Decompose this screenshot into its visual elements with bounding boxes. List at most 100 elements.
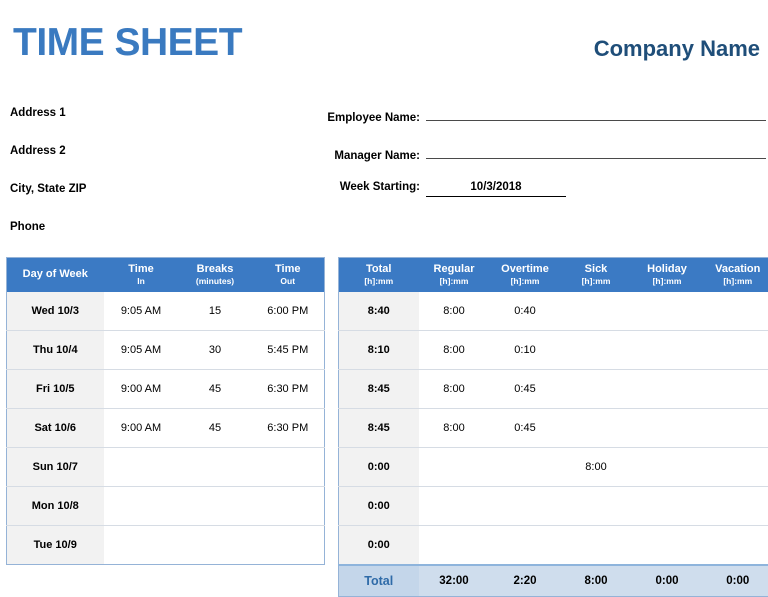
manager-name-field[interactable] — [426, 143, 766, 159]
right-table-header-row: Total [h]:mm Regular [h]:mm Overtime [h]… — [339, 258, 768, 292]
cell-regular[interactable]: 8:00 — [419, 330, 490, 369]
cell-time-out[interactable]: 5:45 PM — [252, 330, 325, 369]
address-line-2: Address 2 — [10, 143, 300, 181]
cell-time-out[interactable] — [252, 525, 325, 564]
cell-regular[interactable] — [419, 447, 490, 486]
cell-holiday[interactable] — [632, 447, 703, 486]
cell-overtime[interactable]: 0:45 — [490, 369, 561, 408]
cell-time-in[interactable] — [104, 525, 179, 564]
cell-sick[interactable] — [561, 408, 632, 447]
cell-time-out[interactable]: 6:30 PM — [252, 369, 325, 408]
cell-overtime[interactable] — [490, 486, 561, 525]
cell-breaks[interactable] — [179, 486, 252, 525]
column-header-total-sub: [h]:mm — [341, 276, 417, 286]
week-starting-label: Week Starting: — [300, 181, 426, 193]
cell-breaks[interactable] — [179, 525, 252, 564]
daily-hours-table: Day of Week Time In Breaks (minutes) Tim… — [6, 257, 325, 565]
cell-overtime[interactable]: 0:45 — [490, 408, 561, 447]
cell-holiday[interactable] — [632, 369, 703, 408]
cell-vacation[interactable] — [703, 486, 768, 525]
address-phone: Phone — [10, 219, 300, 257]
cell-time-out[interactable] — [252, 447, 325, 486]
cell-regular[interactable] — [419, 486, 490, 525]
cell-time-in[interactable]: 9:00 AM — [104, 408, 179, 447]
cell-vacation[interactable] — [703, 292, 768, 331]
week-starting-field[interactable]: 10/3/2018 — [426, 181, 566, 197]
cell-time-out[interactable]: 6:00 PM — [252, 292, 325, 331]
cell-day: Wed 10/3 — [7, 292, 104, 331]
cell-holiday[interactable] — [632, 486, 703, 525]
column-header-vacation-main: Vacation — [715, 263, 760, 275]
cell-total: 8:10 — [339, 330, 419, 369]
column-header-time-in-main: Time — [128, 263, 153, 275]
table-row: 8:45 8:00 0:45 — [339, 369, 768, 408]
cell-overtime[interactable] — [490, 447, 561, 486]
table-row: 0:00 — [339, 525, 768, 565]
column-header-time-out-sub: Out — [254, 276, 323, 286]
column-header-day-of-week: Day of Week — [7, 258, 104, 292]
cell-breaks[interactable]: 15 — [179, 292, 252, 331]
cell-time-in[interactable] — [104, 486, 179, 525]
cell-vacation[interactable] — [703, 330, 768, 369]
column-header-overtime-sub: [h]:mm — [492, 276, 559, 286]
employee-name-field[interactable] — [426, 105, 766, 121]
cell-holiday[interactable] — [632, 330, 703, 369]
table-row: 0:00 8:00 — [339, 447, 768, 486]
table-row: Mon 10/8 — [7, 486, 325, 525]
cell-sick[interactable] — [561, 330, 632, 369]
cell-overtime[interactable]: 0:40 — [490, 292, 561, 331]
employee-name-row: Employee Name: — [300, 105, 766, 143]
cell-sick[interactable]: 8:00 — [561, 447, 632, 486]
company-name: Company Name — [594, 36, 760, 62]
cell-time-in[interactable]: 9:05 AM — [104, 292, 179, 331]
cell-holiday[interactable] — [632, 292, 703, 331]
cell-day: Fri 10/5 — [7, 369, 104, 408]
page-title: TIME SHEET — [13, 23, 242, 62]
employee-name-label: Employee Name: — [300, 112, 426, 124]
cell-vacation[interactable] — [703, 369, 768, 408]
column-header-holiday: Holiday [h]:mm — [632, 258, 703, 292]
cell-time-in[interactable]: 9:00 AM — [104, 369, 179, 408]
address-city-state-zip: City, State ZIP — [10, 181, 300, 219]
cell-vacation[interactable] — [703, 408, 768, 447]
table-row: Tue 10/9 — [7, 525, 325, 564]
cell-overtime[interactable] — [490, 525, 561, 565]
cell-day: Sun 10/7 — [7, 447, 104, 486]
cell-regular[interactable]: 8:00 — [419, 292, 490, 331]
cell-time-out[interactable]: 6:30 PM — [252, 408, 325, 447]
cell-sick[interactable] — [561, 369, 632, 408]
cell-breaks[interactable] — [179, 447, 252, 486]
cell-total: 8:45 — [339, 369, 419, 408]
column-header-total: Total [h]:mm — [339, 258, 419, 292]
column-header-overtime-main: Overtime — [501, 263, 549, 275]
cell-vacation[interactable] — [703, 447, 768, 486]
cell-regular[interactable]: 8:00 — [419, 369, 490, 408]
cell-sick[interactable] — [561, 292, 632, 331]
cell-regular[interactable] — [419, 525, 490, 565]
table-row: 8:10 8:00 0:10 — [339, 330, 768, 369]
table-row: Thu 10/4 9:05 AM 30 5:45 PM — [7, 330, 325, 369]
column-header-breaks-main: Breaks — [197, 263, 234, 275]
table-row: 8:40 8:00 0:40 — [339, 292, 768, 331]
cell-breaks[interactable]: 45 — [179, 408, 252, 447]
cell-overtime[interactable]: 0:10 — [490, 330, 561, 369]
column-header-holiday-main: Holiday — [647, 263, 687, 275]
cell-breaks[interactable]: 30 — [179, 330, 252, 369]
cell-holiday[interactable] — [632, 408, 703, 447]
cell-total: 8:45 — [339, 408, 419, 447]
cell-vacation[interactable] — [703, 525, 768, 565]
cell-total: 8:40 — [339, 292, 419, 331]
column-header-time-out-main: Time — [275, 263, 300, 275]
cell-time-in[interactable]: 9:05 AM — [104, 330, 179, 369]
cell-time-in[interactable] — [104, 447, 179, 486]
cell-breaks[interactable]: 45 — [179, 369, 252, 408]
cell-day: Mon 10/8 — [7, 486, 104, 525]
cell-time-out[interactable] — [252, 486, 325, 525]
address-line-1: Address 1 — [10, 105, 300, 143]
cell-sick[interactable] — [561, 525, 632, 565]
cell-holiday[interactable] — [632, 525, 703, 565]
column-header-holiday-sub: [h]:mm — [634, 276, 701, 286]
cell-total: 0:00 — [339, 447, 419, 486]
cell-sick[interactable] — [561, 486, 632, 525]
cell-regular[interactable]: 8:00 — [419, 408, 490, 447]
